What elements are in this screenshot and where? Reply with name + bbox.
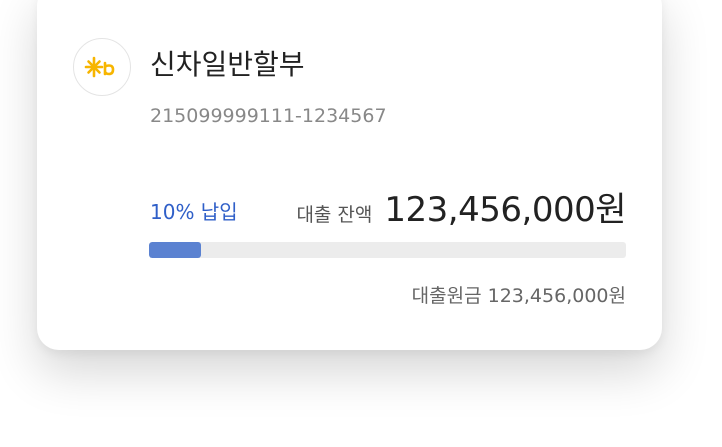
repayment-progress-fill xyxy=(149,242,202,258)
account-number: 215099999111-1234567 xyxy=(150,105,387,127)
repayment-progress-bar xyxy=(149,242,626,258)
loan-card[interactable]: 신차일반할부 215099999111-1234567 10% 납입 대출 잔액… xyxy=(37,0,662,350)
principal-amount: 대출원금 123,456,000원 xyxy=(411,285,626,307)
paid-rate-label: 10% 납입 xyxy=(150,200,238,224)
product-name: 신차일반할부 xyxy=(150,48,305,81)
balance-group: 대출 잔액 123,456,000원 xyxy=(296,182,626,231)
balance-label: 대출 잔액 xyxy=(296,204,373,226)
kb-logo-icon xyxy=(73,38,131,96)
balance-value: 123,456,000원 xyxy=(384,190,626,230)
